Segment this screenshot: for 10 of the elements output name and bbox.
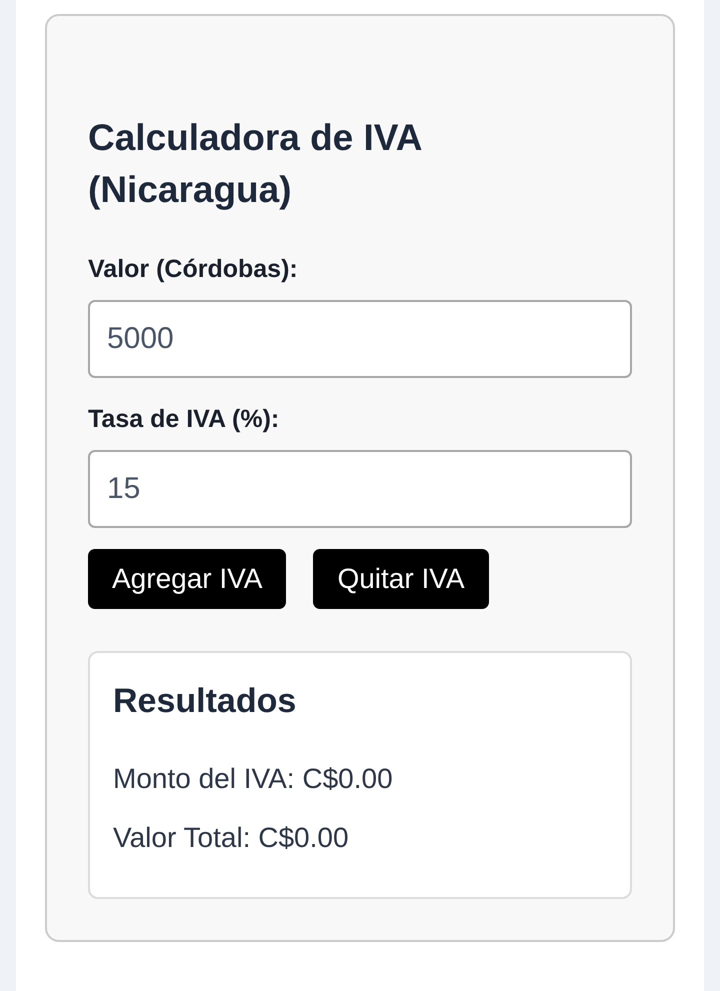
field-label: Tasa de IVA (%): <box>88 404 280 434</box>
field-label: Valor (Córdobas): <box>88 254 299 284</box>
action-button[interactable]: Quitar IVA <box>313 549 489 609</box>
calculator-title: Calculadora de IVA (Nicaragua) <box>88 116 422 212</box>
input-field[interactable]: 15 <box>88 450 632 528</box>
results-heading: Resultados <box>113 681 298 721</box>
action-button[interactable]: Agregar IVA <box>88 549 286 609</box>
input-field[interactable]: 5000 <box>88 300 632 378</box>
result-line: Valor Total: C$0.00 <box>113 821 350 855</box>
result-line: Monto del IVA: C$0.00 <box>113 762 394 796</box>
